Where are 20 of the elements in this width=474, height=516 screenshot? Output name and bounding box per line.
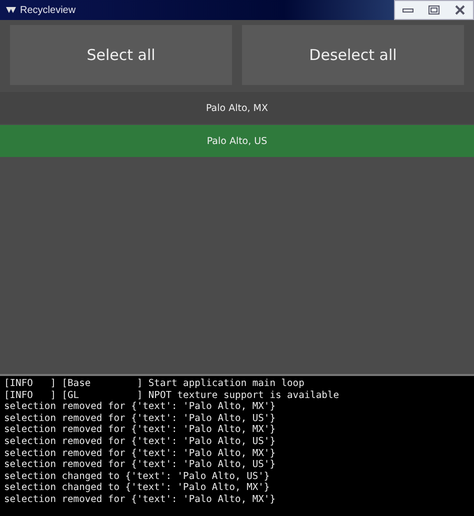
list-item[interactable]: Palo Alto, MX bbox=[0, 92, 474, 124]
action-button[interactable]: Deselect all bbox=[242, 25, 464, 85]
list-item[interactable]: Palo Alto, US bbox=[0, 125, 474, 157]
console-line: selection removed for {'text': 'Palo Alto, US'} bbox=[4, 459, 276, 471]
console-line: selection removed for {'text': 'Palo Alto, MX'} bbox=[4, 401, 276, 413]
window-title: Recycleview bbox=[20, 4, 76, 16]
console-line: selection removed for {'text': 'Palo Alto, MX'} bbox=[4, 494, 276, 506]
console-line: selection removed for {'text': 'Palo Alto, MX'} bbox=[4, 424, 276, 436]
console-line: selection changed to {'text': 'Palo Alto, US'} bbox=[4, 470, 271, 482]
app-icon bbox=[6, 6, 16, 14]
console-line: selection changed to {'text': 'Palo Alto, MX'} bbox=[4, 482, 271, 494]
action-button[interactable]: Select all bbox=[10, 25, 232, 85]
console-line: selection removed for {'text': 'Palo Alto, US'} bbox=[4, 412, 276, 424]
minimize-icon bbox=[402, 7, 414, 13]
maximize-icon bbox=[428, 5, 440, 15]
close-icon bbox=[454, 5, 466, 15]
console-line: selection removed for {'text': 'Palo Alto, US'} bbox=[4, 436, 276, 448]
console-line: [INFO ] [GL ] NPOT texture support is available bbox=[4, 390, 340, 402]
console-line: [INFO ] [Base ] Start application main loop bbox=[4, 378, 306, 390]
console-line: selection removed for {'text': 'Palo Alto, MX'} bbox=[4, 448, 276, 460]
